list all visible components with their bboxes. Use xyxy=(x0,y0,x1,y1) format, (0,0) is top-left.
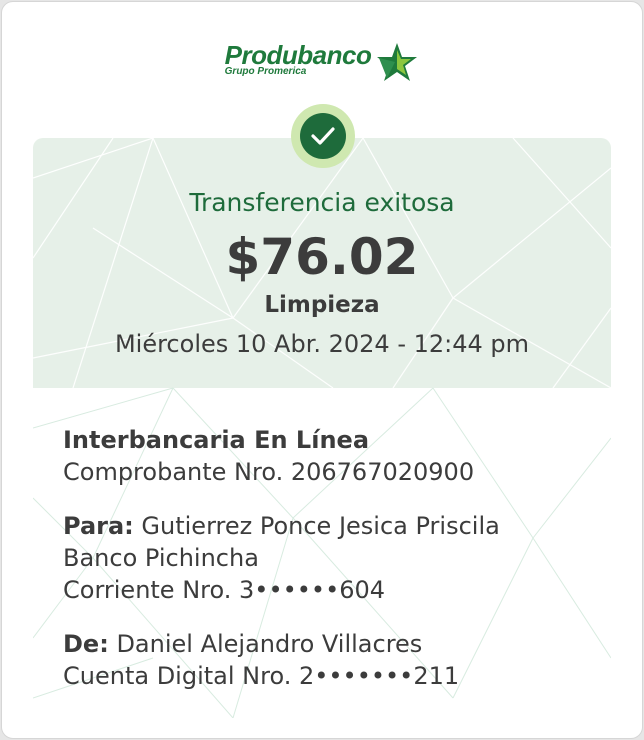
recipient-account: Corriente Nro. 3••••••604 xyxy=(63,576,386,604)
recipient-name: Gutierrez Ponce Jesica Priscila xyxy=(141,512,500,540)
receipt-number: Comprobante Nro. 206767020900 xyxy=(63,458,475,486)
transfer-datetime: Miércoles 10 Abr. 2024 - 12:44 pm xyxy=(114,330,530,358)
sender-name: Daniel Alejandro Villacres xyxy=(116,630,423,658)
transfer-category: Limpieza xyxy=(264,292,380,318)
status-title: Transferencia exitosa xyxy=(189,188,455,217)
star-icon xyxy=(375,42,419,86)
produbanco-logo: Produbanco Grupo Promerica xyxy=(2,40,642,86)
receipt-card: Produbanco Grupo Promerica Transferencia… xyxy=(1,1,643,739)
recipient-label: Para: xyxy=(63,512,134,540)
check-circle-icon xyxy=(300,113,346,159)
transfer-type: Interbancaria En Línea xyxy=(63,426,370,454)
sender-block: De: Daniel Alejandro Villacres Cuenta Di… xyxy=(63,628,603,692)
transfer-type-block: Interbancaria En Línea Comprobante Nro. … xyxy=(63,424,603,488)
transfer-amount: $76.02 xyxy=(225,228,419,286)
brand-group: Grupo Promerica xyxy=(224,66,307,77)
success-badge xyxy=(291,104,355,168)
sender-label: De: xyxy=(63,630,109,658)
sender-account: Cuenta Digital Nro. 2•••••••211 xyxy=(63,662,460,690)
recipient-bank: Banco Pichincha xyxy=(63,544,259,572)
recipient-block: Para: Gutierrez Ponce Jesica Priscila Ba… xyxy=(63,510,603,606)
transfer-details: Interbancaria En Línea Comprobante Nro. … xyxy=(63,424,603,714)
